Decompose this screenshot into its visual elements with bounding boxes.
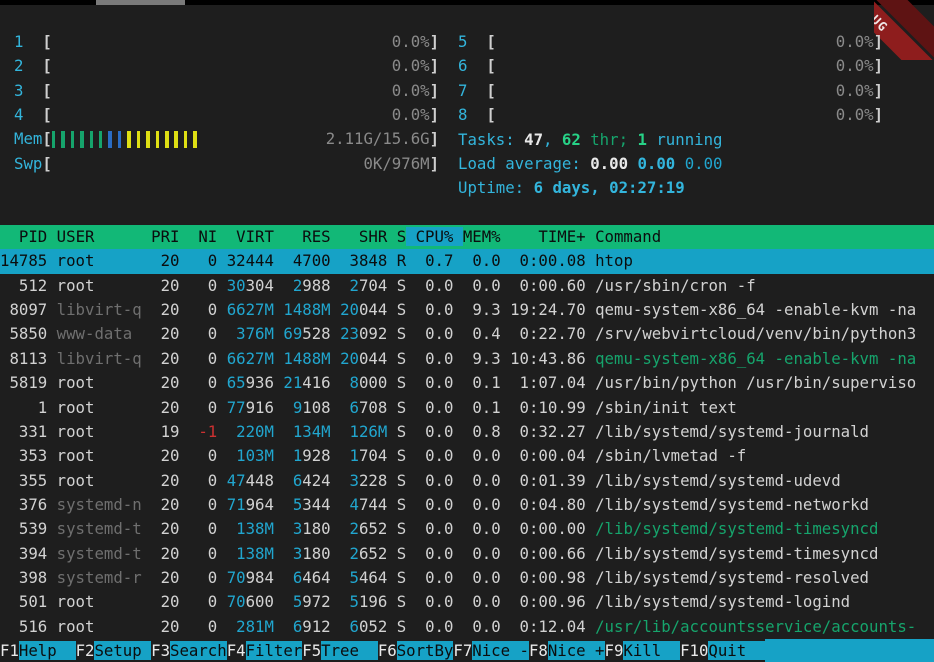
fkey-number: F7 <box>453 641 472 660</box>
fkey-action-label: SortBy <box>397 641 454 660</box>
fkey-number: F5 <box>302 641 321 660</box>
process-row-8097[interactable]: 8097 libvirt-q 20 0 6627M 1488M 20044 S … <box>0 298 934 322</box>
load-average-label: Load average: <box>458 154 590 173</box>
htop-terminal: UG 1 [ 0.0%]2 [ 0.0%]3 [ 0.0%]4 [ 0.0%]M… <box>0 0 934 662</box>
top-strip-highlight <box>96 0 185 5</box>
threads-label: thr; <box>581 130 638 149</box>
meters-left-column: 1 [ 0.0%]2 [ 0.0%]3 [ 0.0%]4 [ 0.0%]Mem[ <box>14 30 439 176</box>
fkey-f3-search[interactable]: F3Search <box>151 639 227 662</box>
memory-meter: Mem[ 2.11G/15.6G] <box>14 127 439 151</box>
fkey-action-label: Tree <box>321 641 378 660</box>
fkey-number: F3 <box>151 641 170 660</box>
process-row-376[interactable]: 376 systemd-n 20 0 71964 5344 4744 S 0.0… <box>0 493 934 517</box>
function-key-bar: F1Help F2Setup F3SearchF4FilterF5Tree F6… <box>0 639 934 662</box>
load-5min: 0.00 <box>637 154 684 173</box>
cpu-meter-5: 5 [ 0.0%] <box>458 30 883 54</box>
load-average: Load average: 0.00 0.00 0.00 <box>458 152 722 176</box>
tasks-summary: Tasks: 47, 62 thr; 1 running <box>458 128 722 152</box>
threads-count: 62 <box>562 130 581 149</box>
column-header-s[interactable]: S <box>387 227 406 246</box>
swap-meter: Swp[ 0K/976M] <box>14 152 439 176</box>
fkey-number: F10 <box>680 641 708 660</box>
column-header-command[interactable]: Command <box>586 227 662 246</box>
process-row-355[interactable]: 355 root 20 0 47448 6424 3228 S 0.0 0.0 … <box>0 469 934 493</box>
fkey-action-label: Help <box>19 641 76 660</box>
fkey-f9-kill[interactable]: F9Kill <box>605 639 681 662</box>
fkey-number: F2 <box>76 641 95 660</box>
cpu-meter-3: 3 [ 0.0%] <box>14 79 439 103</box>
process-row-1[interactable]: 1 root 20 0 77916 9108 6708 S 0.0 0.1 0:… <box>0 396 934 420</box>
process-row-353[interactable]: 353 root 20 0 103M 1928 1704 S 0.0 0.0 0… <box>0 444 934 468</box>
fkey-number: F8 <box>529 641 548 660</box>
process-row-394[interactable]: 394 systemd-t 20 0 138M 3180 2652 S 0.0 … <box>0 542 934 566</box>
fkey-f4-filter[interactable]: F4Filter <box>227 639 303 662</box>
fkey-f10-quit[interactable]: F10Quit <box>680 639 765 662</box>
fkey-number: F9 <box>605 641 624 660</box>
cpu-meter-8: 8 [ 0.0%] <box>458 103 883 127</box>
column-header-mem[interactable]: MEM% <box>463 227 501 246</box>
fkey-f5-tree[interactable]: F5Tree <box>302 639 378 662</box>
memory-usage-bars <box>52 131 203 148</box>
tasks-label: Tasks: <box>458 130 524 149</box>
cpu-meter-4: 4 [ 0.0%] <box>14 103 439 127</box>
cpu-meter-1: 1 [ 0.0%] <box>14 30 439 54</box>
column-header-res[interactable]: RES <box>274 227 331 246</box>
cpu-meter-6: 6 [ 0.0%] <box>458 54 883 78</box>
load-15min: 0.00 <box>685 154 723 173</box>
column-header-pid[interactable]: PID <box>0 227 47 246</box>
cpu-meter-2: 2 [ 0.0%] <box>14 54 439 78</box>
fkey-action-label: Kill <box>623 641 680 660</box>
load-1min: 0.00 <box>590 154 637 173</box>
process-table: PID USER PRI NI VIRT RES SHR S CPU% MEM%… <box>0 225 934 639</box>
meters-right-column: 5 [ 0.0%]6 [ 0.0%]7 [ 0.0%]8 [ 0.0%] <box>458 30 883 127</box>
fkey-action-label: Filter <box>246 641 303 660</box>
cpu-meter-7: 7 [ 0.0%] <box>458 79 883 103</box>
fkey-f1-help[interactable]: F1Help <box>0 639 76 662</box>
process-row-539[interactable]: 539 systemd-t 20 0 138M 3180 2652 S 0.0 … <box>0 517 934 541</box>
column-header-cpu[interactable]: CPU% <box>406 227 463 246</box>
process-row-331[interactable]: 331 root 19 -1 220M 134M 126M S 0.0 0.8 … <box>0 420 934 444</box>
process-row-5850[interactable]: 5850 www-data 20 0 376M 69528 23092 S 0.… <box>0 322 934 346</box>
process-row-398[interactable]: 398 systemd-r 20 0 70984 6464 5464 S 0.0… <box>0 566 934 590</box>
fkey-number: F4 <box>227 641 246 660</box>
fkey-action-label: Nice - <box>472 641 529 660</box>
column-header-ni[interactable]: NI <box>179 227 217 246</box>
column-header-pri[interactable]: PRI <box>142 227 180 246</box>
column-header-virt[interactable]: VIRT <box>217 227 274 246</box>
fkey-action-label: Nice + <box>548 641 605 660</box>
uptime: Uptime: 6 days, 02:27:19 <box>458 176 722 200</box>
process-row-516[interactable]: 516 root 20 0 281M 6912 6052 S 0.0 0.0 0… <box>0 615 934 639</box>
fkey-action-label: Search <box>170 641 227 660</box>
fkey-f2-setup[interactable]: F2Setup <box>76 639 152 662</box>
fkey-f8-nice+[interactable]: F8Nice + <box>529 639 605 662</box>
fkey-number: F6 <box>378 641 397 660</box>
fkey-action-label: Quit <box>708 641 765 660</box>
uptime-value: 6 days, 02:27:19 <box>534 178 685 197</box>
fkey-f7-nice-[interactable]: F7Nice - <box>453 639 529 662</box>
tasks-count: 47 <box>524 130 543 149</box>
process-row-14785[interactable]: 14785 root 20 0 32444 4700 3848 R 0.7 0.… <box>0 249 934 273</box>
fkey-action-label: Setup <box>94 641 151 660</box>
column-header-user[interactable]: USER <box>47 227 141 246</box>
table-header-row: PID USER PRI NI VIRT RES SHR S CPU% MEM%… <box>0 225 934 249</box>
running-count: 1 <box>637 130 646 149</box>
fkey-number: F1 <box>0 641 19 660</box>
fkey-bar-filler <box>765 639 934 662</box>
process-row-512[interactable]: 512 root 20 0 30304 2988 2704 S 0.0 0.0 … <box>0 274 934 298</box>
fkey-f6-sortby[interactable]: F6SortBy <box>378 639 454 662</box>
status-column: Tasks: 47, 62 thr; 1 running Load averag… <box>458 128 722 201</box>
uptime-label: Uptime: <box>458 178 534 197</box>
running-label: running <box>647 130 723 149</box>
process-row-501[interactable]: 501 root 20 0 70600 5972 5196 S 0.0 0.0 … <box>0 590 934 614</box>
process-row-8113[interactable]: 8113 libvirt-q 20 0 6627M 1488M 20044 S … <box>0 347 934 371</box>
column-header-shr[interactable]: SHR <box>331 227 388 246</box>
process-row-5819[interactable]: 5819 root 20 0 65936 21416 8000 S 0.0 0.… <box>0 371 934 395</box>
column-header-time[interactable]: TIME+ <box>501 227 586 246</box>
tasks-separator: , <box>543 130 562 149</box>
